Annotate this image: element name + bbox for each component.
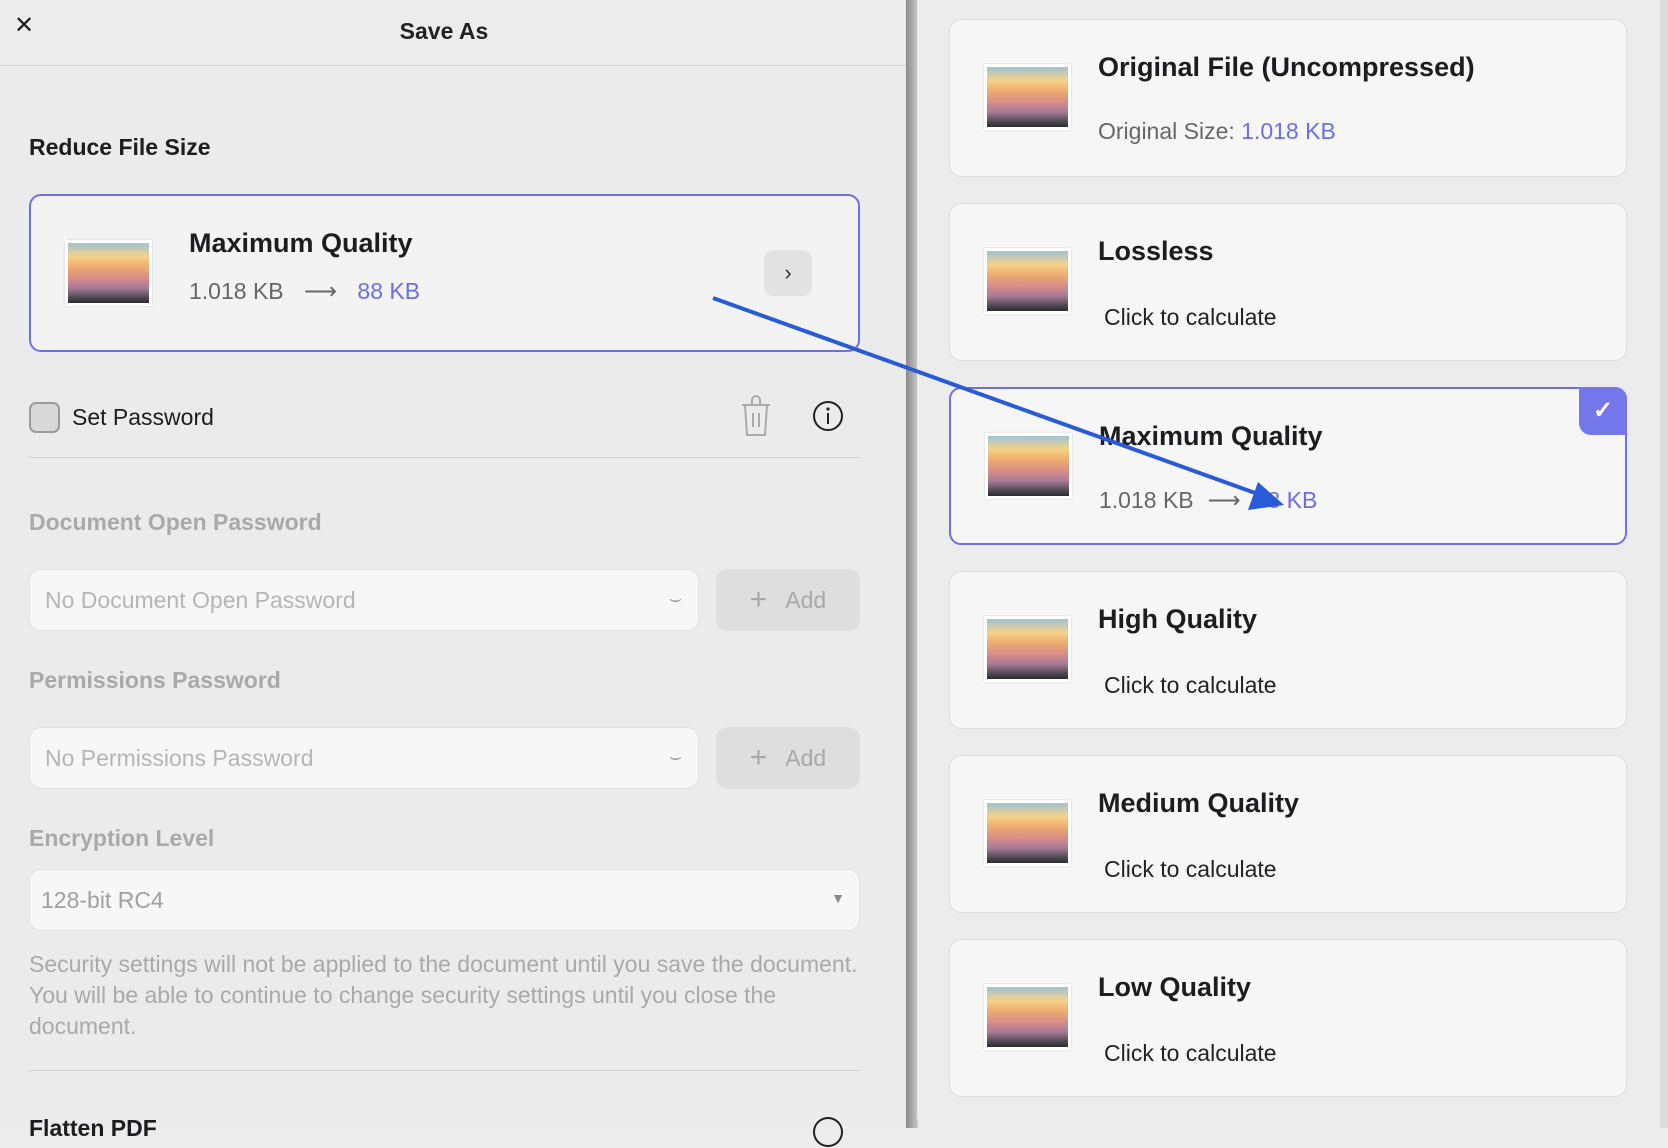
- option-card[interactable]: Lossless Click to calculate: [949, 203, 1627, 361]
- info-icon[interactable]: [812, 1116, 844, 1148]
- option-size-row: Original Size: 1.018 KB: [1098, 118, 1336, 145]
- trash-icon[interactable]: [738, 395, 774, 439]
- thumbnail-image: [984, 616, 1071, 682]
- option-card[interactable]: Original File (Uncompressed) Original Siz…: [949, 19, 1627, 177]
- option-card[interactable]: Maximum Quality 1.018 KB ⟶ 88 KB ✓: [949, 387, 1627, 545]
- thumbnail-image: [984, 248, 1071, 314]
- option-card[interactable]: Medium Quality Click to calculate: [949, 755, 1627, 913]
- plus-icon: +: [750, 741, 768, 775]
- reduce-heading: Reduce File Size: [29, 134, 211, 161]
- arrow-icon: ⟶: [1208, 487, 1241, 513]
- click-to-calculate[interactable]: Click to calculate: [1104, 304, 1277, 331]
- open-password-placeholder: No Document Open Password: [45, 587, 356, 614]
- click-to-calculate[interactable]: Click to calculate: [1104, 672, 1277, 699]
- compressed-size: 88 KB: [1255, 487, 1318, 513]
- plus-icon: +: [750, 583, 768, 617]
- encryption-level-value: 128-bit RC4: [41, 887, 164, 914]
- header: ✕ Save As: [0, 0, 912, 66]
- eye-closed-icon[interactable]: ⌣: [669, 588, 682, 611]
- encryption-level-select[interactable]: 128-bit RC4 ▼: [29, 869, 860, 931]
- click-to-calculate[interactable]: Click to calculate: [1104, 1040, 1277, 1067]
- option-title: High Quality: [1098, 604, 1257, 635]
- background-window-edge: [1660, 0, 1668, 1128]
- thumbnail-image: [984, 984, 1071, 1050]
- permissions-password-field[interactable]: No Permissions Password ⌣: [29, 727, 699, 789]
- eye-closed-icon[interactable]: ⌣: [669, 746, 682, 769]
- divider: [29, 457, 860, 458]
- security-note: Security settings will not be applied to…: [29, 949, 859, 1042]
- compression-title: Maximum Quality: [189, 228, 413, 259]
- option-title: Medium Quality: [1098, 788, 1299, 819]
- compressed-size: 88 KB: [357, 278, 420, 304]
- thumbnail-image: [985, 433, 1072, 499]
- add-permissions-password-button[interactable]: + Add: [716, 727, 860, 789]
- original-size: 1.018 KB: [1099, 487, 1194, 513]
- check-icon: ✓: [1579, 387, 1627, 435]
- thumbnail-image: [984, 800, 1071, 866]
- add-label: Add: [785, 745, 826, 772]
- thumbnail-image: [984, 64, 1071, 130]
- set-password-label: Set Password: [72, 404, 214, 431]
- option-size-row: 1.018 KB ⟶ 88 KB: [1099, 487, 1317, 514]
- dialog-title: Save As: [0, 18, 888, 45]
- option-card[interactable]: High Quality Click to calculate: [949, 571, 1627, 729]
- thumbnail-image: [65, 240, 152, 306]
- info-icon[interactable]: [812, 400, 844, 432]
- original-size-label: Original Size:: [1098, 118, 1241, 144]
- flatten-pdf-label: Flatten PDF: [29, 1115, 157, 1142]
- size-row: 1.018 KB ⟶ 88 KB: [189, 278, 420, 305]
- original-size-value: 1.018 KB: [1241, 118, 1336, 144]
- encryption-level-label: Encryption Level: [29, 825, 214, 852]
- click-to-calculate[interactable]: Click to calculate: [1104, 856, 1277, 883]
- set-password-checkbox[interactable]: [29, 402, 60, 433]
- save-as-panel: ✕ Save As Reduce File Size Maximum Quali…: [0, 0, 912, 1128]
- add-open-password-button[interactable]: + Add: [716, 569, 860, 631]
- option-title: Original File (Uncompressed): [1098, 52, 1475, 83]
- compression-card[interactable]: Maximum Quality 1.018 KB ⟶ 88 KB ›: [29, 194, 860, 352]
- open-password-field[interactable]: No Document Open Password ⌣: [29, 569, 699, 631]
- permissions-password-placeholder: No Permissions Password: [45, 745, 313, 772]
- divider: [29, 1070, 860, 1071]
- option-card[interactable]: Low Quality Click to calculate: [949, 939, 1627, 1097]
- open-password-label: Document Open Password: [29, 509, 322, 536]
- original-size: 1.018 KB: [189, 278, 284, 304]
- option-title: Maximum Quality: [1099, 421, 1323, 452]
- dropdown-arrow-icon: ▼: [831, 890, 845, 906]
- option-title: Lossless: [1098, 236, 1214, 267]
- add-label: Add: [785, 587, 826, 614]
- compression-options-panel: Original File (Uncompressed) Original Siz…: [912, 0, 1668, 1128]
- arrow-icon: ⟶: [304, 278, 337, 304]
- option-title: Low Quality: [1098, 972, 1251, 1003]
- chevron-right-icon[interactable]: ›: [764, 250, 812, 296]
- permissions-password-label: Permissions Password: [29, 667, 281, 694]
